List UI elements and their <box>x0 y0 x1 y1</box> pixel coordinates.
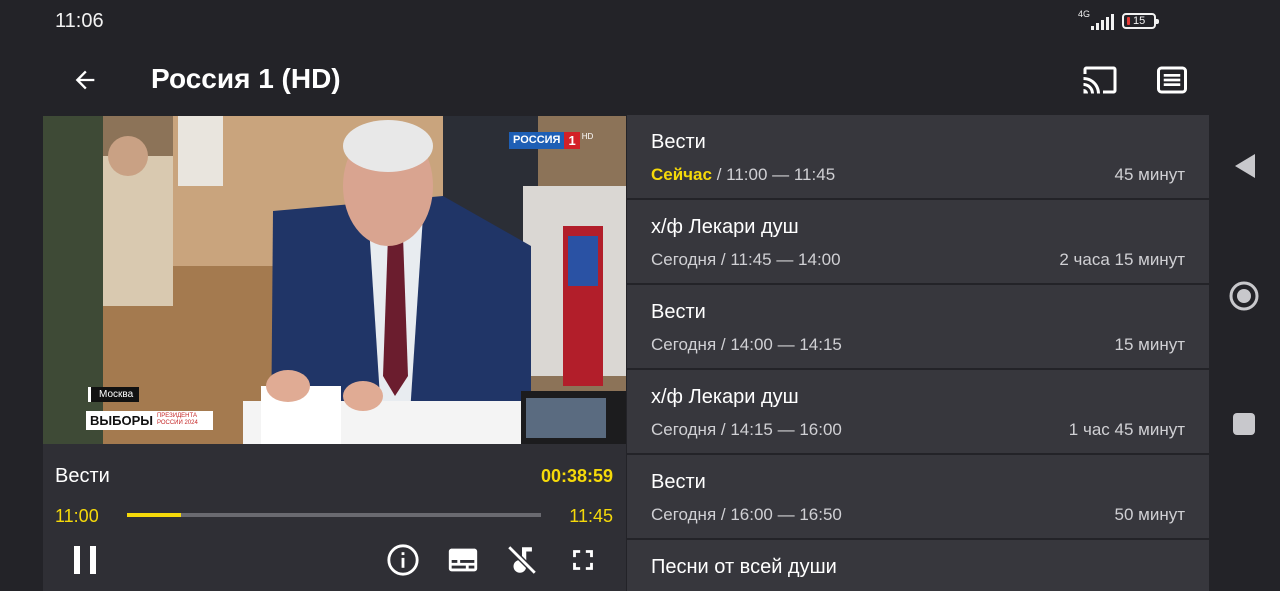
page-title: Россия 1 (HD) <box>151 63 341 94</box>
program-title: Вести <box>651 471 706 493</box>
pause-icon <box>74 546 96 574</box>
fullscreen-button[interactable] <box>563 540 603 580</box>
program-schedule: Сейчас / 11:00 — 11:45 <box>651 165 836 184</box>
program-duration: 50 минут <box>1114 505 1186 524</box>
program-end-time: 11:45 <box>569 506 613 526</box>
program-schedule: Сегодня / 14:15 — 16:00 <box>651 420 842 439</box>
election-caption: ВЫБОРЫ ПРЕЗИДЕНТА РОССИИ 2024 <box>86 411 213 430</box>
subtitles-icon <box>448 548 478 572</box>
back-arrow-icon <box>75 70 95 90</box>
program-schedule: Сегодня / 11:45 — 14:00 <box>651 250 841 269</box>
status-icons: 4G 15 <box>1078 9 1159 31</box>
program-item[interactable]: х/ф Лекари душ Сегодня / 14:15 — 16:00 1… <box>627 370 1209 453</box>
program-list-button[interactable] <box>1152 60 1192 100</box>
program-start-time: 11:00 <box>55 506 99 526</box>
video-player[interactable]: РОССИЯ 1 HD Москва ВЫБОРЫ ПРЕЗИДЕНТА РОС… <box>43 116 626 444</box>
program-title: Песни от всей души <box>651 556 837 578</box>
audio-track-button[interactable] <box>502 540 542 580</box>
battery-icon: 15 <box>1122 13 1159 29</box>
nav-back-icon <box>1235 154 1255 178</box>
program-schedule: Сегодня / 16:00 — 16:50 <box>651 505 842 524</box>
now-playing-title: Вести <box>55 465 110 487</box>
program-duration: 15 минут <box>1114 335 1186 354</box>
pause-button[interactable] <box>65 540 105 580</box>
program-duration: 1 час 45 минут <box>1068 420 1185 439</box>
back-button[interactable] <box>66 61 104 99</box>
info-button[interactable] <box>383 540 423 580</box>
program-item[interactable]: Вести Сегодня / 16:00 — 16:50 50 минут <box>627 455 1209 538</box>
program-item[interactable]: Песни от всей души <box>627 540 1209 591</box>
fullscreen-icon <box>573 550 593 570</box>
cast-icon <box>1083 66 1117 94</box>
nav-home-icon <box>1229 281 1259 311</box>
program-schedule: Сегодня / 14:00 — 14:15 <box>651 335 842 354</box>
battery-level: 15 <box>1133 15 1146 27</box>
location-caption: Москва <box>88 387 140 402</box>
network-type: 4G <box>1078 9 1091 19</box>
program-duration: 45 минут <box>1114 165 1186 184</box>
cast-button[interactable] <box>1080 60 1120 100</box>
program-list: Вести Сейчас / 11:00 — 11:45 45 минут х/… <box>626 115 1209 591</box>
list-icon <box>1157 66 1187 94</box>
progress-fill <box>127 513 182 517</box>
info-icon <box>387 544 419 576</box>
status-time: 11:06 <box>55 10 104 32</box>
program-title: х/ф Лекари душ <box>651 216 799 238</box>
program-title: Вести <box>651 131 706 153</box>
subtitles-button[interactable] <box>443 540 483 580</box>
nav-home-button[interactable] <box>1228 280 1260 312</box>
screen: 11:06 4G 15 Россия 1 (HD) РОССИЯ 1 HD Мо… <box>0 0 1280 591</box>
progress-bar[interactable] <box>127 513 541 517</box>
program-duration: 2 часа 15 минут <box>1059 250 1185 269</box>
audio-off-icon <box>507 545 537 575</box>
signal-icon: 4G <box>1078 9 1114 31</box>
channel-logo: РОССИЯ 1 HD <box>509 132 593 149</box>
program-item[interactable]: х/ф Лекари душ Сегодня / 11:45 — 14:00 2… <box>627 200 1209 283</box>
program-title: Вести <box>651 301 706 323</box>
nav-recents-button[interactable] <box>1233 413 1255 435</box>
player-controls-panel: Вести 00:38:59 11:00 11:45 <box>43 444 626 591</box>
program-title: х/ф Лекари душ <box>651 386 799 408</box>
program-item[interactable]: Вести Сейчас / 11:00 — 11:45 45 минут <box>627 115 1209 198</box>
elapsed-time: 00:38:59 <box>540 466 613 486</box>
nav-back-button[interactable] <box>1232 152 1258 180</box>
program-item[interactable]: Вести Сегодня / 14:00 — 14:15 15 минут <box>627 285 1209 368</box>
